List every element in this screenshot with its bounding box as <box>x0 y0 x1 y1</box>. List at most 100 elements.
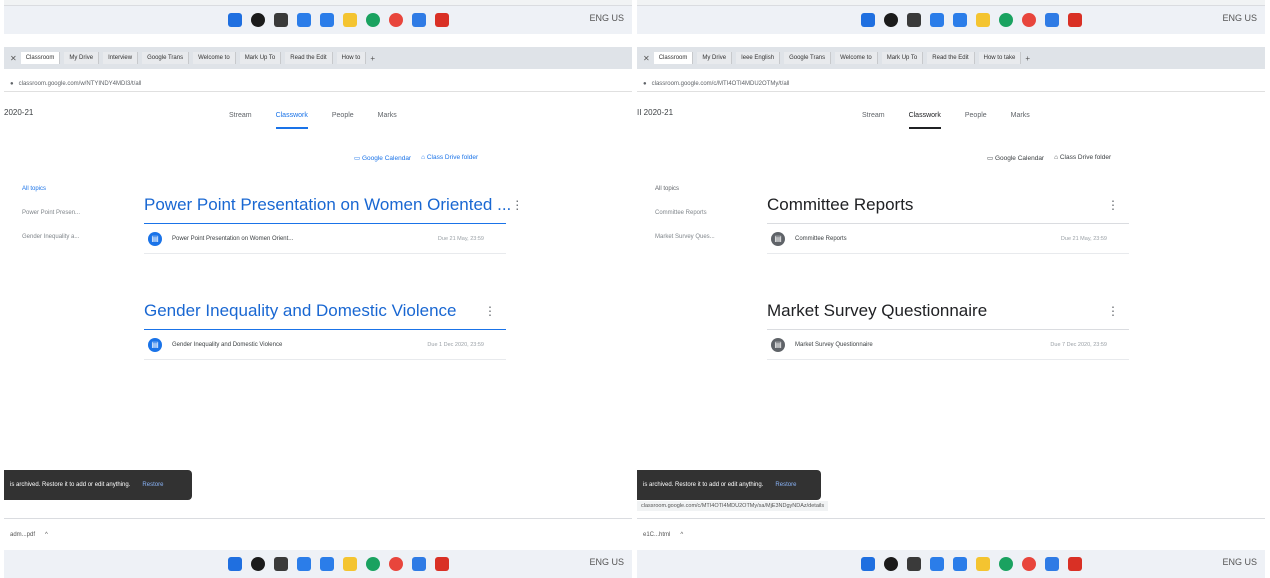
system-tray[interactable]: ENG US <box>1222 557 1257 567</box>
tab-google-trans[interactable]: Google Trans <box>142 52 190 64</box>
tab-marks[interactable]: Marks <box>378 112 397 129</box>
file-explorer-icon[interactable] <box>975 13 990 27</box>
assignment-row[interactable]: ▤ Market Survey Questionnaire Due 7 Dec … <box>767 330 1129 360</box>
google-calendar-link[interactable]: ▭ Google Calendar <box>987 154 1044 162</box>
google-calendar-link[interactable]: ▭ Google Calendar <box>354 154 411 162</box>
store-icon[interactable] <box>411 557 426 571</box>
assignment-row[interactable]: ▤ Gender Inequality and Domestic Violenc… <box>144 330 506 360</box>
windows-start-icon[interactable] <box>860 13 875 27</box>
widgets-icon[interactable] <box>929 13 944 27</box>
close-icon[interactable]: ✕ <box>10 54 17 63</box>
tab-stream[interactable]: Stream <box>862 112 885 129</box>
topic-item[interactable]: Committee Reports <box>655 210 715 216</box>
topic-item[interactable]: Gender Inequality a... <box>22 234 80 240</box>
tab-classroom[interactable]: Classroom <box>653 52 694 64</box>
store-icon[interactable] <box>1044 13 1059 27</box>
address-bar[interactable]: ● classroom.google.com/w/NTYINDY4MDI3/t/… <box>4 76 632 92</box>
more-options-icon[interactable]: ⋮ <box>1107 198 1129 212</box>
tab-classroom[interactable]: Classroom <box>20 52 61 64</box>
chat-icon[interactable] <box>952 13 967 27</box>
tab-mark-up[interactable]: Mark Up To <box>239 52 282 64</box>
system-tray[interactable]: ENG US <box>1222 13 1257 23</box>
topic-item[interactable]: Market Survey Ques... <box>655 234 715 240</box>
acrobat-icon[interactable] <box>434 13 449 27</box>
search-icon[interactable] <box>883 13 898 27</box>
tab-people[interactable]: People <box>332 112 354 129</box>
tab-stream[interactable]: Stream <box>229 112 252 129</box>
class-drive-link[interactable]: ⌂ Class Drive folder <box>1054 154 1111 162</box>
url-text[interactable]: classroom.google.com/w/NTYINDY4MDI3/t/al… <box>19 81 142 87</box>
windows-start-icon[interactable] <box>227 13 242 27</box>
topic-item[interactable]: Power Point Presen... <box>22 210 80 216</box>
file-explorer-icon[interactable] <box>975 557 990 571</box>
tab-interview[interactable]: Interview <box>103 52 139 64</box>
tab-google-trans[interactable]: Google Trans <box>784 52 832 64</box>
topic-all[interactable]: All topics <box>655 186 715 192</box>
file-explorer-icon[interactable] <box>342 557 357 571</box>
topic-all[interactable]: All topics <box>22 186 80 192</box>
tab-my-drive[interactable]: My Drive <box>697 52 733 64</box>
edge-icon[interactable] <box>998 13 1013 27</box>
system-tray[interactable]: ENG US <box>589 13 624 23</box>
task-view-icon[interactable] <box>906 13 921 27</box>
chat-icon[interactable] <box>952 557 967 571</box>
task-view-icon[interactable] <box>273 13 288 27</box>
windows-start-icon[interactable] <box>227 557 242 571</box>
acrobat-icon[interactable] <box>1067 13 1082 27</box>
tab-classwork[interactable]: Classwork <box>275 112 308 129</box>
tab-how-to[interactable]: How to take <box>978 52 1022 64</box>
restore-button[interactable]: Restore <box>142 482 163 488</box>
url-text[interactable]: classroom.google.com/c/MTI4OTI4MDU2OTMy/… <box>652 81 790 87</box>
tab-read-edit[interactable]: Read the Edit <box>285 52 333 64</box>
edge-icon[interactable] <box>365 13 380 27</box>
tab-ieee-english[interactable]: Ieee English <box>736 52 781 64</box>
widgets-icon[interactable] <box>296 557 311 571</box>
chrome-icon[interactable] <box>388 13 403 27</box>
tab-my-drive[interactable]: My Drive <box>64 52 100 64</box>
chevron-up-icon[interactable]: ^ <box>680 532 683 538</box>
new-tab-icon[interactable]: + <box>1025 54 1030 63</box>
class-drive-link[interactable]: ⌂ Class Drive folder <box>421 154 478 162</box>
search-icon[interactable] <box>883 557 898 571</box>
assignment-row[interactable]: ▤ Power Point Presentation on Women Orie… <box>144 224 506 254</box>
restore-button[interactable]: Restore <box>775 482 796 488</box>
chevron-up-icon[interactable]: ^ <box>45 532 48 538</box>
file-explorer-icon[interactable] <box>342 13 357 27</box>
edge-icon[interactable] <box>998 557 1013 571</box>
task-view-icon[interactable] <box>906 557 921 571</box>
search-icon[interactable] <box>250 557 265 571</box>
tab-marks[interactable]: Marks <box>1011 112 1030 129</box>
download-item[interactable]: adm...pdf <box>10 532 35 538</box>
tab-read-edit[interactable]: Read the Edit <box>927 52 975 64</box>
acrobat-icon[interactable] <box>1067 557 1082 571</box>
tab-how-to[interactable]: How to <box>336 52 367 64</box>
store-icon[interactable] <box>1044 557 1059 571</box>
tab-classwork[interactable]: Classwork <box>908 112 941 129</box>
acrobat-icon[interactable] <box>434 557 449 571</box>
task-view-icon[interactable] <box>273 557 288 571</box>
search-icon[interactable] <box>250 13 265 27</box>
chat-icon[interactable] <box>319 557 334 571</box>
more-options-icon[interactable]: ⋮ <box>484 304 506 318</box>
download-item[interactable]: e1C...html <box>643 532 670 538</box>
widgets-icon[interactable] <box>296 13 311 27</box>
more-options-icon[interactable]: ⋮ <box>511 198 533 212</box>
chat-icon[interactable] <box>319 13 334 27</box>
chrome-icon[interactable] <box>1021 557 1036 571</box>
chrome-icon[interactable] <box>388 557 403 571</box>
edge-icon[interactable] <box>365 557 380 571</box>
tab-welcome[interactable]: Welcome to <box>835 52 878 64</box>
tab-welcome[interactable]: Welcome to <box>193 52 236 64</box>
close-icon[interactable]: ✕ <box>643 54 650 63</box>
assignment-row[interactable]: ▤ Committee Reports Due 21 May, 23:59 <box>767 224 1129 254</box>
store-icon[interactable] <box>411 13 426 27</box>
new-tab-icon[interactable]: + <box>370 54 375 63</box>
chrome-icon[interactable] <box>1021 13 1036 27</box>
tab-people[interactable]: People <box>965 112 987 129</box>
address-bar[interactable]: ● classroom.google.com/c/MTI4OTI4MDU2OTM… <box>637 76 1265 92</box>
windows-start-icon[interactable] <box>860 557 875 571</box>
widgets-icon[interactable] <box>929 557 944 571</box>
more-options-icon[interactable]: ⋮ <box>1107 304 1129 318</box>
tab-mark-up[interactable]: Mark Up To <box>881 52 924 64</box>
system-tray[interactable]: ENG US <box>589 557 624 567</box>
